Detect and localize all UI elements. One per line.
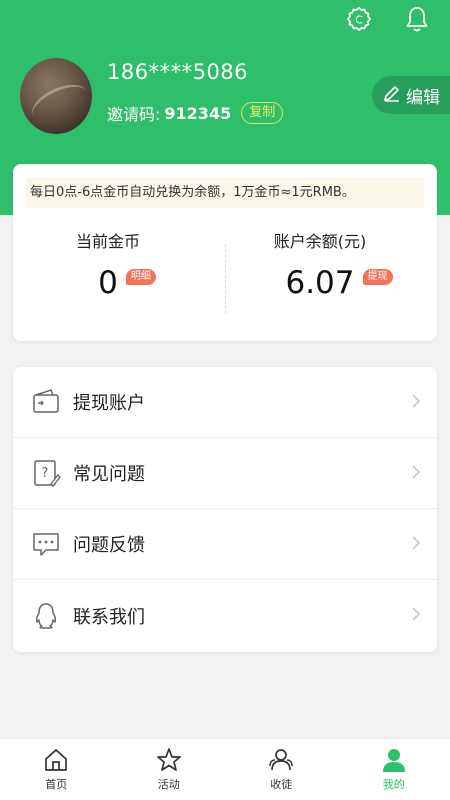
svg-text:?: ? [42,466,49,481]
edit-button[interactable]: 编辑 [372,76,450,114]
chevron-right-icon [412,394,421,408]
chevron-right-icon [412,465,421,479]
home-icon [45,749,68,771]
tab-label: 收徒 [270,778,293,791]
star-icon [156,748,181,771]
wallet-icon [31,387,61,417]
invite-label: 邀请码: [107,105,161,124]
chat-icon [31,529,61,559]
question-icon: ? [31,458,61,488]
edit-label: 编辑 [406,87,440,108]
menu-item-faq[interactable]: ? 常见问题 [13,438,437,509]
tab-home[interactable]: 首页 [0,739,113,800]
tab-label: 活动 [157,778,180,791]
tab-activity[interactable]: 活动 [113,739,226,800]
balance-label: 账户余额(元) [273,232,367,251]
menu-item-feedback[interactable]: 问题反馈 [13,509,437,580]
tab-label: 首页 [45,778,68,791]
withdraw-badge[interactable]: 提现 [362,269,393,285]
coins-value: 0 明细 [98,265,156,301]
balance-stat[interactable]: 账户余额(元) 6.07 提现 [225,228,415,301]
menu-item-label: 常见问题 [73,464,145,485]
edit-icon [382,83,402,108]
svg-text:C: C [355,14,363,27]
tab-mine[interactable]: 我的 [338,739,450,800]
header-icons: C [344,4,432,34]
chevron-right-icon [412,607,421,621]
bottom-tab-bar: 首页 活动 收徒 我的 [0,738,450,800]
qq-icon [31,601,61,631]
settings-icon[interactable]: C [344,4,374,34]
copy-button[interactable]: 复制 [241,102,284,124]
coins-label: 当前金币 [75,232,140,251]
chevron-right-icon [412,536,421,550]
user-icon [382,749,405,772]
user-phone: 186****5086 [107,60,249,84]
menu-item-contact[interactable]: 联系我们 [13,580,437,651]
menu-item-label: 问题反馈 [73,535,145,556]
coins-card: 每日0点-6点金币自动兑换为余额，1万金币≈1元RMB。 当前金币 0 明细 账… [13,164,437,341]
users-icon [269,749,293,771]
tab-label: 我的 [382,778,405,791]
menu-item-label: 联系我们 [73,606,145,628]
invite-code: 912345 [164,103,232,123]
menu-item-label: 提现账户 [73,393,145,414]
menu-item-withdraw-account[interactable]: 提现账户 [13,367,437,438]
settings-menu: 提现账户 ? 常见问题 问题反馈 联系我们 [13,367,437,652]
balance-value: 6.07 提现 [285,265,393,301]
exchange-notice: 每日0点-6点金币自动兑换为余额，1万金币≈1元RMB。 [26,178,424,208]
coins-stat[interactable]: 当前金币 0 明细 [13,228,203,301]
coins-detail-badge[interactable]: 明细 [125,269,156,285]
avatar[interactable] [18,56,94,136]
tab-apprentice[interactable]: 收徒 [225,739,338,800]
invite-row: 邀请码: 912345 复制 [107,101,284,125]
bell-icon[interactable] [402,4,432,34]
